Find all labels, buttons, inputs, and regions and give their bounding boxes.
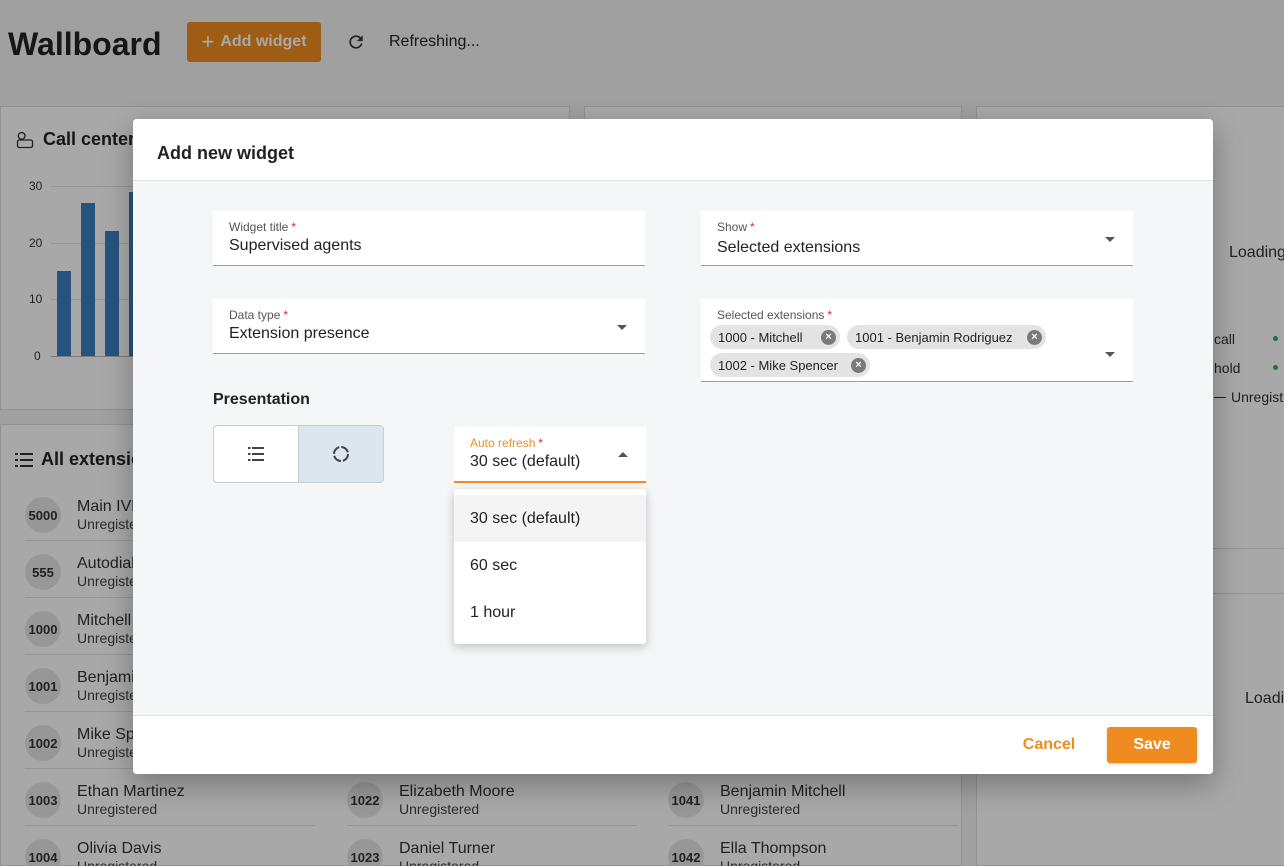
extension-chip: 1001 - Benjamin Rodriguez × <box>847 325 1046 349</box>
list-view-button[interactable] <box>214 426 298 482</box>
remove-chip-icon[interactable]: × <box>1027 329 1042 345</box>
widget-title-input[interactable]: Supervised agents <box>229 237 362 255</box>
auto-refresh-menu: 30 sec (default) 60 sec 1 hour <box>454 489 646 644</box>
cancel-button[interactable]: Cancel <box>1011 727 1087 763</box>
extension-chip: 1000 - Mitchell × <box>710 325 840 349</box>
auto-refresh-value: 30 sec (default) <box>470 453 581 470</box>
chevron-up-icon <box>618 452 628 457</box>
selected-extensions-label: Selected extensions * <box>717 308 833 322</box>
donut-chart-icon <box>333 446 349 462</box>
chip-label: 1001 - Benjamin Rodriguez <box>855 329 1013 345</box>
menu-item-1-hour[interactable]: 1 hour <box>454 589 646 636</box>
show-label: Show * <box>717 220 755 234</box>
dialog-header: Add new widget <box>133 119 1213 181</box>
list-icon <box>248 447 264 461</box>
remove-chip-icon[interactable]: × <box>851 357 866 373</box>
chip-label: 1000 - Mitchell <box>718 329 803 345</box>
show-select[interactable]: Show * Selected extensions <box>701 211 1133 266</box>
add-widget-dialog: Add new widget Widget title * Supervised … <box>133 119 1213 774</box>
selected-extensions-select[interactable]: Selected extensions * 1000 - Mitchell × 1… <box>701 299 1133 382</box>
presentation-toggle <box>213 425 384 483</box>
chevron-down-icon <box>617 325 627 330</box>
chevron-down-icon <box>1105 352 1115 357</box>
menu-item-60-sec[interactable]: 60 sec <box>454 542 646 589</box>
widget-title-field[interactable]: Widget title * Supervised agents <box>213 211 645 266</box>
donut-view-button[interactable] <box>298 426 383 482</box>
menu-item-30-sec[interactable]: 30 sec (default) <box>454 495 646 542</box>
save-button[interactable]: Save <box>1107 727 1197 763</box>
data-type-value: Extension presence <box>229 325 370 342</box>
remove-chip-icon[interactable]: × <box>821 329 836 345</box>
show-value: Selected extensions <box>717 239 861 256</box>
data-type-select[interactable]: Data type * Extension presence <box>213 299 645 354</box>
chip-label: 1002 - Mike Spencer <box>718 357 838 373</box>
auto-refresh-select[interactable]: Auto refresh * 30 sec (default) <box>454 427 646 483</box>
extension-chip: 1002 - Mike Spencer × <box>710 353 870 377</box>
presentation-label: Presentation <box>213 391 310 408</box>
auto-refresh-label: Auto refresh * <box>470 436 544 450</box>
widget-title-label: Widget title * <box>229 220 297 234</box>
chevron-down-icon <box>1105 237 1115 242</box>
dialog-title: Add new widget <box>157 143 294 163</box>
data-type-label: Data type * <box>229 308 289 322</box>
